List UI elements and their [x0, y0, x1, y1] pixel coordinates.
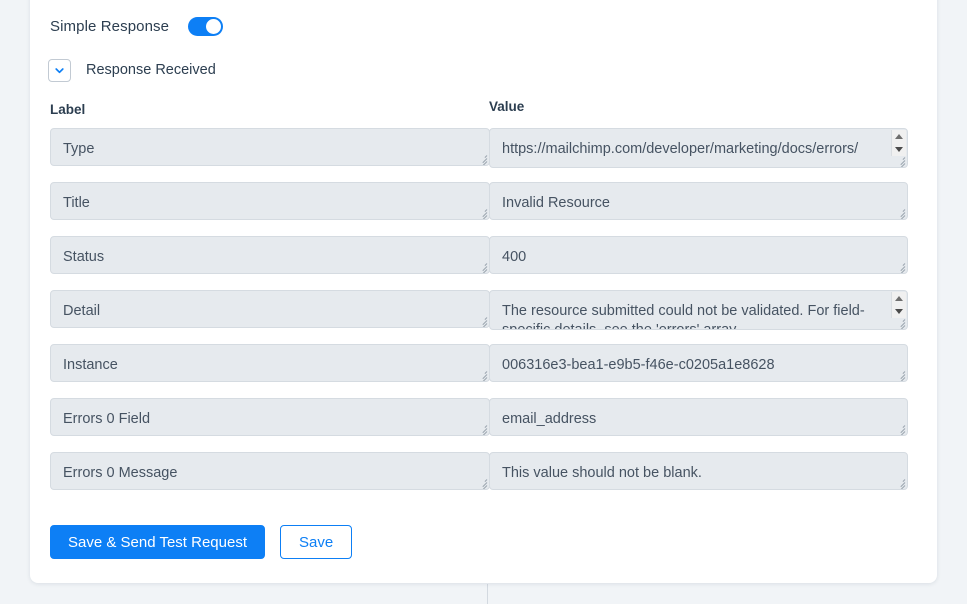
resize-handle[interactable]: [476, 422, 488, 435]
value-field[interactable]: Invalid Resource: [489, 182, 908, 220]
save-button[interactable]: Save: [280, 525, 353, 559]
save-and-send-test-request-button[interactable]: Save & Send Test Request: [50, 525, 266, 559]
label-field[interactable]: Detail: [50, 290, 490, 328]
resize-handle[interactable]: [476, 260, 488, 273]
simple-response-toggle[interactable]: [188, 16, 224, 36]
resize-handle[interactable]: [476, 206, 488, 219]
label-field[interactable]: Errors 0 Message: [50, 452, 490, 490]
label-field[interactable]: Errors 0 Field: [50, 398, 490, 436]
field-row: Status 400: [30, 236, 937, 290]
field-rows: Type https://mailchimp.com/developer/mark…: [30, 128, 937, 506]
value-field-scrollbar[interactable]: [891, 292, 906, 318]
field-row: Title Invalid Resource: [30, 182, 937, 236]
value-field[interactable]: https://mailchimp.com/developer/marketin…: [489, 128, 908, 168]
resize-handle[interactable]: [894, 260, 906, 273]
resize-handle[interactable]: [894, 206, 906, 219]
scroll-down-arrow-icon[interactable]: [892, 305, 906, 318]
resize-handle[interactable]: [476, 314, 488, 327]
value-field[interactable]: 400: [489, 236, 908, 274]
field-row: Detail The resource submitted could not b…: [30, 290, 937, 344]
field-row: Errors 0 Message This value should not be…: [30, 452, 937, 506]
field-row: Errors 0 Field email_address: [30, 398, 937, 452]
value-field-scrollbar[interactable]: [891, 130, 906, 156]
field-row: Type https://mailchimp.com/developer/mark…: [30, 128, 937, 182]
value-field[interactable]: 006316e3-bea1-e9b5-f46e-c0205a1e8628: [489, 344, 908, 382]
simple-response-row: Simple Response: [50, 14, 224, 38]
label-field[interactable]: Instance: [50, 344, 490, 382]
scroll-up-arrow-icon[interactable]: [892, 292, 906, 305]
resize-handle[interactable]: [476, 476, 488, 489]
value-field[interactable]: The resource submitted could not be vali…: [489, 290, 908, 330]
resize-handle[interactable]: [894, 368, 906, 381]
resize-handle[interactable]: [476, 152, 488, 165]
action-buttons: Save & Send Test Request Save: [50, 525, 353, 559]
simple-response-label: Simple Response: [50, 17, 170, 35]
response-received-label: Response Received: [86, 62, 216, 78]
value-field[interactable]: email_address: [489, 398, 908, 436]
toggle-knob: [206, 18, 222, 34]
label-field[interactable]: Title: [50, 182, 490, 220]
scroll-up-arrow-icon[interactable]: [892, 130, 906, 143]
field-row: Instance 006316e3-bea1-e9b5-f46e-c0205a1e…: [30, 344, 937, 398]
value-field[interactable]: This value should not be blank.: [489, 452, 908, 490]
card-content: Simple Response Response Received Label …: [30, 0, 937, 583]
response-settings-card: Simple Response Response Received Label …: [30, 0, 937, 583]
label-field[interactable]: Type: [50, 128, 490, 166]
resize-handle[interactable]: [476, 368, 488, 381]
scroll-down-arrow-icon[interactable]: [892, 143, 906, 156]
response-received-row: Response Received: [48, 58, 216, 82]
label-column-header: Label: [50, 102, 86, 117]
chevron-down-icon[interactable]: [48, 58, 71, 82]
resize-handle[interactable]: [894, 422, 906, 435]
resize-handle[interactable]: [894, 476, 906, 489]
label-field[interactable]: Status: [50, 236, 490, 274]
background-divider: [487, 584, 488, 604]
app-root: Simple Response Response Received Label …: [0, 0, 967, 604]
value-column-header: Value: [489, 99, 525, 114]
